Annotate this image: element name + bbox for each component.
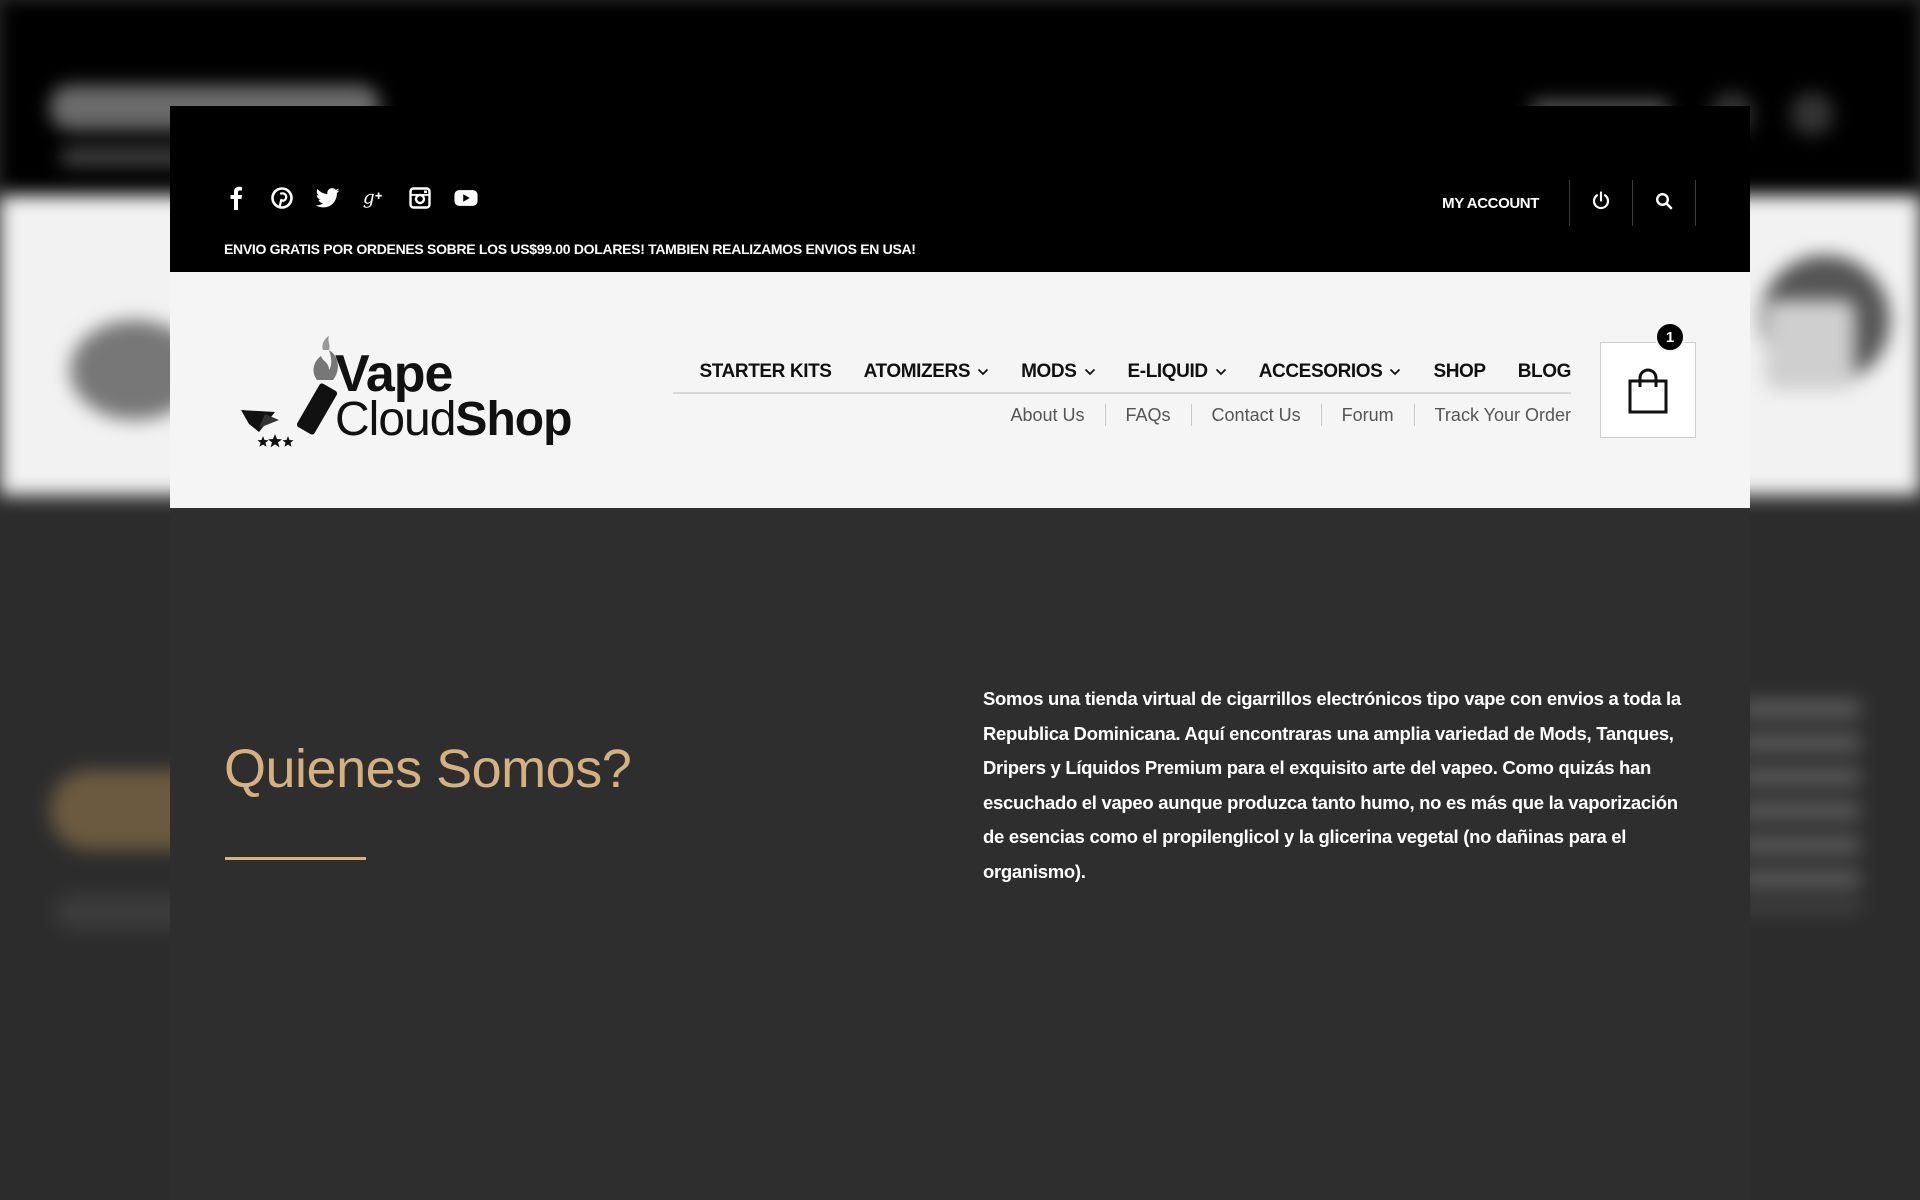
nav-label: ACCESORIOS	[1258, 361, 1383, 382]
nav-accesorios[interactable]: ACCESORIOS	[1259, 361, 1402, 383]
section-heading: Quienes Somos?	[224, 739, 632, 799]
nav-atomizers[interactable]: ATOMIZERS	[864, 361, 990, 383]
my-account-link[interactable]: MY ACCOUNT	[1442, 195, 1569, 212]
main-navigation: STARTER KITS ATOMIZERS MODS E-LIQUID ACC…	[673, 352, 1571, 394]
instagram-icon[interactable]	[408, 186, 432, 210]
nav-shop[interactable]: SHOP	[1433, 361, 1486, 383]
subnav-about-us[interactable]: About Us	[990, 404, 1104, 426]
social-links: g	[224, 186, 478, 210]
nav-label: E-LIQUID	[1127, 361, 1209, 382]
svg-text:g: g	[363, 188, 375, 209]
nav-e-liquid[interactable]: E-LIQUID	[1128, 361, 1227, 383]
shipping-notice: ENVIO GRATIS POR ORDENES SOBRE LOS US$99…	[224, 241, 916, 257]
nav-mods[interactable]: MODS	[1021, 361, 1095, 383]
chevron-down-icon	[1390, 368, 1401, 376]
search-icon	[1655, 192, 1673, 215]
nav-blog[interactable]: BLOG	[1517, 361, 1572, 383]
twitter-icon[interactable]	[316, 186, 340, 210]
shopping-bag-icon	[1628, 368, 1668, 414]
nav-label: MODS	[1021, 361, 1077, 382]
topbar: g ENVIO GRATIS POR ORDENES SOBRE LOS US$…	[170, 106, 1750, 272]
nav-label: STARTER KITS	[699, 361, 832, 382]
bg-blob	[1765, 300, 1855, 390]
google-plus-icon[interactable]: g	[362, 186, 386, 210]
cart-count-badge: 1	[1655, 322, 1685, 352]
account-tools: MY ACCOUNT	[1442, 180, 1696, 226]
power-button[interactable]	[1569, 180, 1632, 226]
secondary-navigation: About Us FAQs Contact Us Forum Track You…	[670, 399, 1571, 431]
vape-logo-mark-icon	[241, 336, 338, 448]
chevron-down-icon	[977, 368, 989, 376]
pinterest-icon[interactable]	[270, 186, 294, 210]
logo-text-shop: Shop	[455, 393, 572, 446]
nav-starter-kits[interactable]: STARTER KITS	[699, 361, 831, 383]
facebook-icon[interactable]	[224, 186, 248, 210]
subnav-forum[interactable]: Forum	[1320, 404, 1414, 426]
cart-button[interactable]	[1600, 342, 1696, 438]
site-header: Vape CloudShop STARTER KITS ATOMIZERS MO…	[170, 272, 1750, 508]
bg-circle	[1790, 92, 1834, 136]
subnav-contact-us[interactable]: Contact Us	[1190, 404, 1321, 426]
subnav-faqs[interactable]: FAQs	[1104, 404, 1191, 426]
chevron-down-icon	[1084, 368, 1095, 376]
bg-text	[1740, 700, 1860, 910]
site-logo[interactable]: Vape CloudShop	[235, 332, 572, 462]
nav-label: BLOG	[1517, 361, 1572, 382]
about-paragraph: Somos una tienda virtual de cigarrillos …	[983, 688, 1681, 882]
search-button[interactable]	[1632, 180, 1696, 226]
logo-text-cloudshop: CloudShop	[335, 392, 572, 447]
site-frame: g ENVIO GRATIS POR ORDENES SOBRE LOS US$…	[170, 106, 1750, 1200]
chevron-down-icon	[1215, 368, 1226, 376]
logo-text-cloud: Cloud	[335, 393, 456, 446]
subnav-track-order[interactable]: Track Your Order	[1413, 404, 1571, 426]
heading-underline	[225, 857, 366, 860]
youtube-icon[interactable]	[454, 186, 478, 210]
nav-label: ATOMIZERS	[863, 361, 971, 382]
power-icon	[1591, 190, 1611, 216]
nav-label: SHOP	[1433, 361, 1486, 382]
